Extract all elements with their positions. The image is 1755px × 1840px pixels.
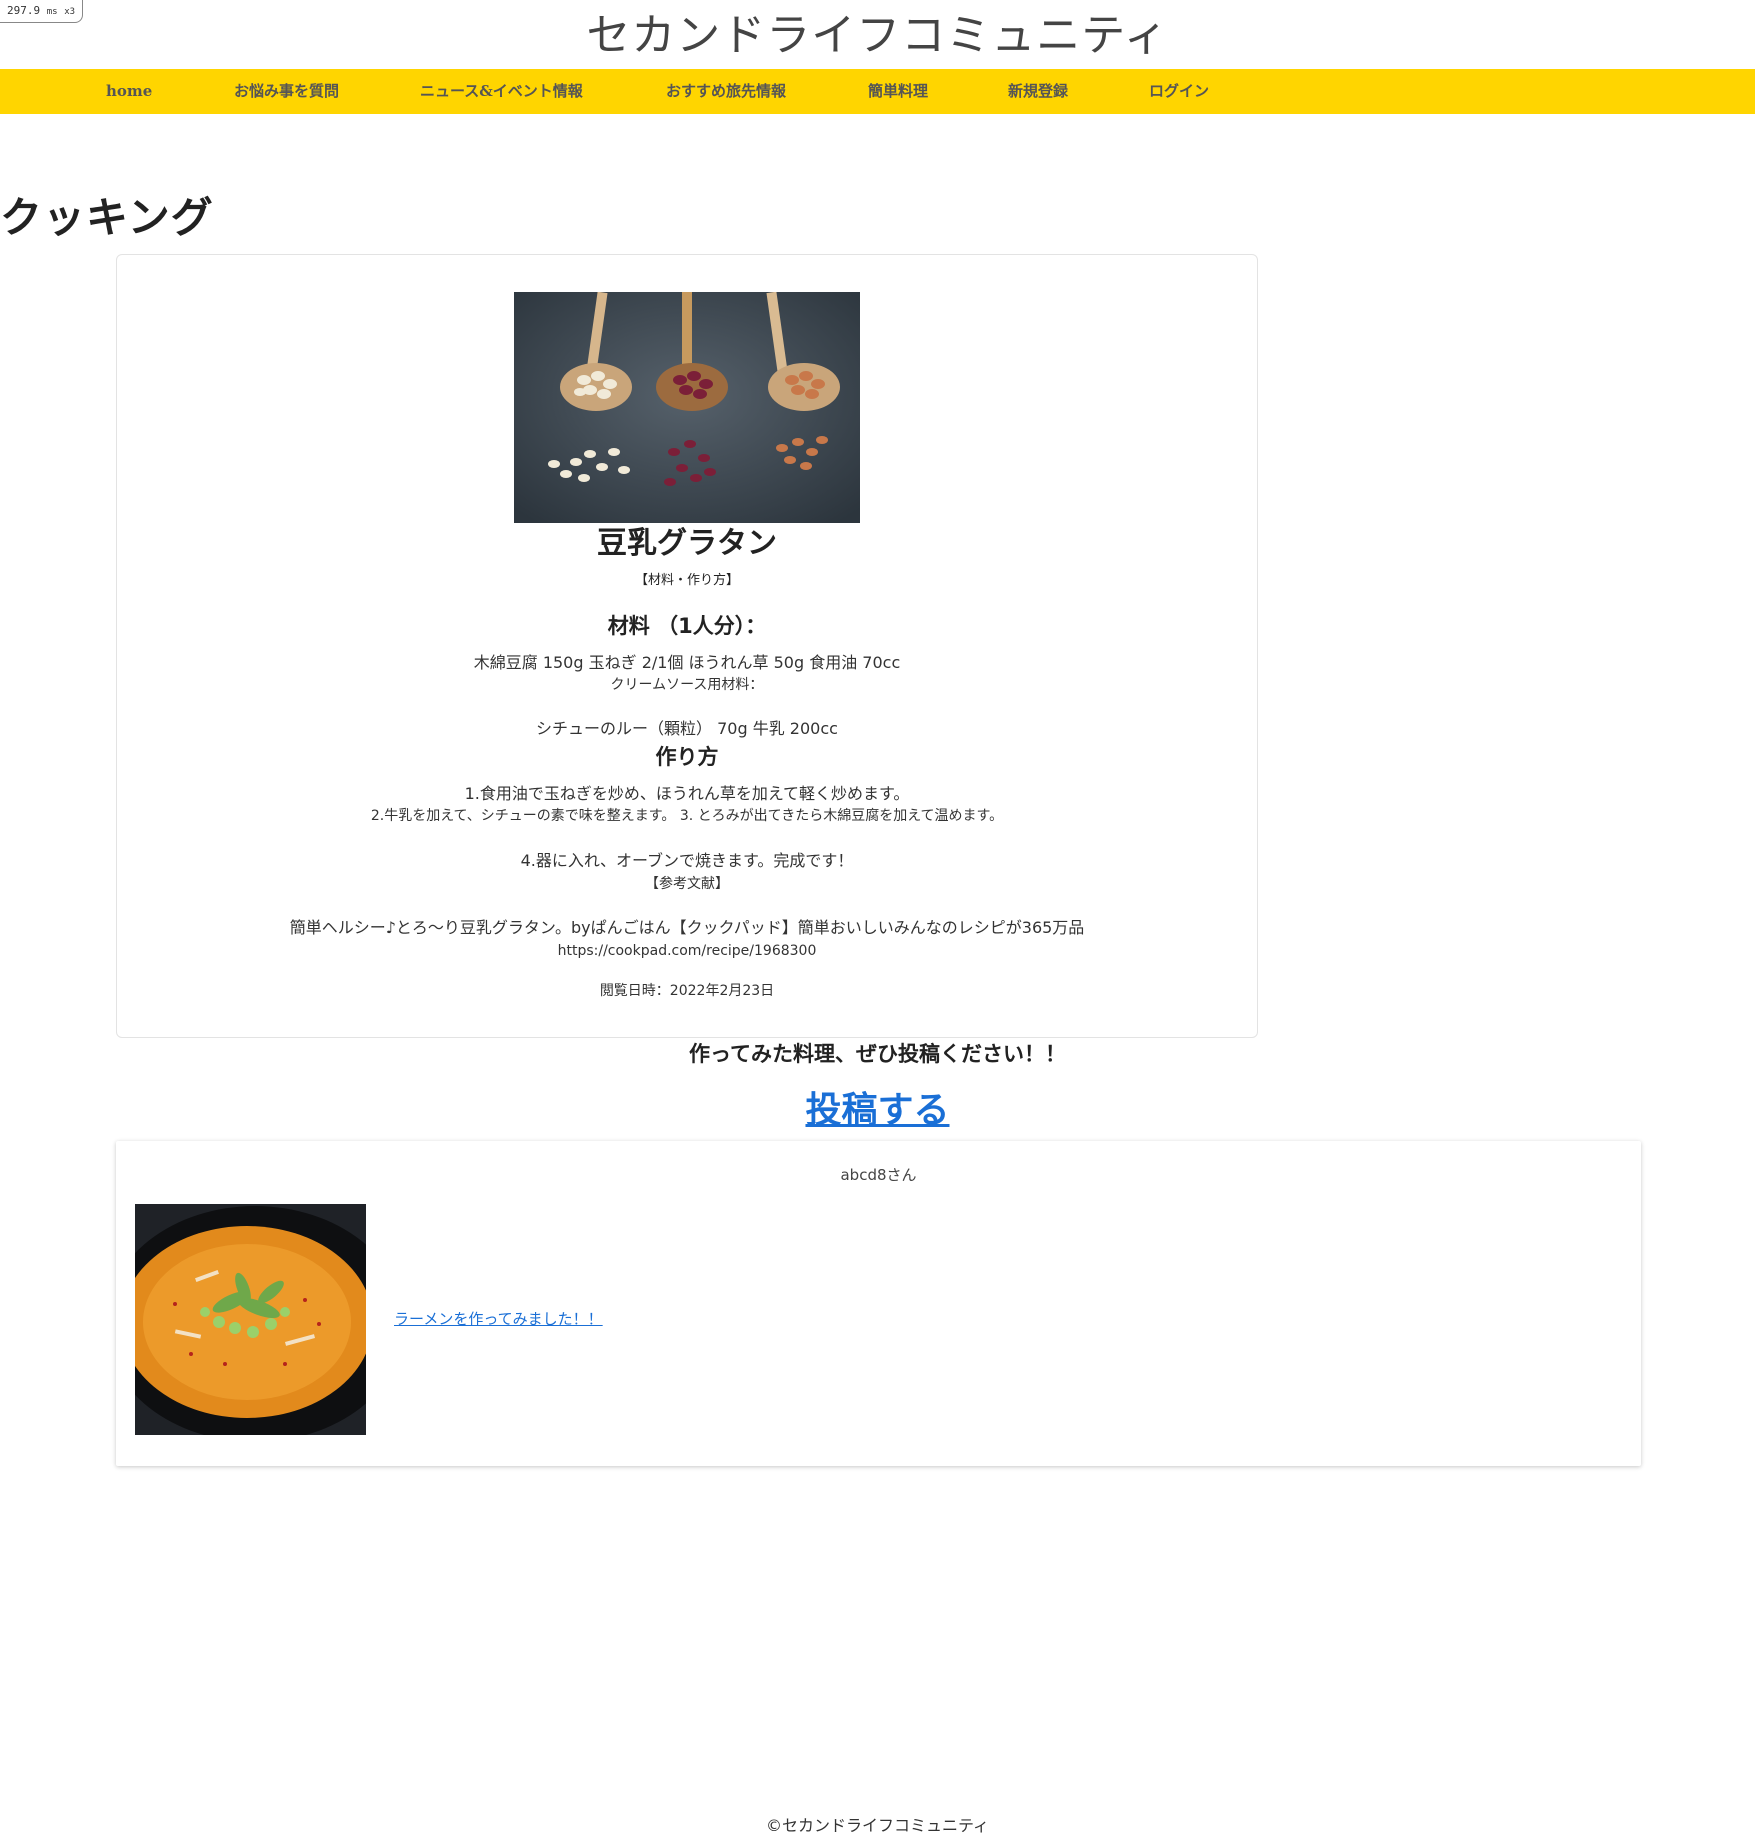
beans-photo-icon — [514, 292, 860, 523]
site-title: セカンドライフコミュニティ — [586, 10, 1169, 61]
nav-register[interactable]: 新規登録 — [1008, 69, 1068, 114]
recipe-section-label: 【材料・作り方】 — [634, 573, 739, 588]
recipe-title: 豆乳グラタン — [597, 526, 777, 561]
cream-sauce-label: クリームソース用材料： — [610, 677, 764, 693]
footer-copyright: ©セカンドライフコミュニティ — [765, 1816, 990, 1835]
cta-text: 作ってみた料理、ぜひ投稿ください！！ — [689, 1042, 1066, 1066]
main-nav: home お悩み事を質問 ニュース&イベント情報 おすすめ旅先情報 簡単料理 新… — [0, 69, 1755, 114]
reference-url: https://cookpad.com/recipe/1968300 — [557, 943, 817, 959]
step-1: 1.食用油で玉ねぎを炒め、ほうれん草を加えて軽く炒めます。 — [464, 784, 910, 803]
accessed-date: 閲覧日時：2022年2月23日 — [599, 983, 775, 999]
nav-easy-cooking[interactable]: 簡単料理 — [868, 69, 928, 114]
ingredients-line: 木綿豆腐 150g 玉ねぎ 2/1個 ほうれん草 50g 食用油 70cc — [473, 653, 901, 672]
nav-news-events[interactable]: ニュース&イベント情報 — [420, 69, 583, 114]
recipe-photo — [514, 292, 860, 523]
nav-login[interactable]: ログイン — [1149, 69, 1209, 114]
steps-heading: 作り方 — [655, 745, 719, 769]
ramen-photo-icon — [135, 1204, 366, 1435]
post-caption[interactable]: ラーメンを作ってみました！！ — [394, 1308, 603, 1330]
page-heading: クッキング — [0, 193, 214, 242]
reference-title: 簡単ヘルシー♪とろ～り豆乳グラタン。byぱんごはん【クックパッド】簡単おいしいみ… — [289, 918, 1085, 937]
step-2-3: 2.牛乳を加えて、シチューの素で味を整えます。 3. とろみが出てきたら木綿豆腐… — [370, 808, 1004, 824]
step-4: 4.器に入れ、オーブンで焼きます。完成です！ — [520, 851, 854, 870]
post-link[interactable]: 投稿する — [0, 1086, 1755, 1136]
post-author: abcd8さん — [840, 1166, 917, 1184]
ingredients-heading: 材料 （1人分）： — [607, 614, 767, 638]
nav-home[interactable]: home — [106, 69, 152, 114]
nav-travel[interactable]: おすすめ旅先情報 — [666, 69, 786, 114]
reference-label: 【参考文献】 — [645, 876, 729, 892]
post-photo[interactable] — [135, 1204, 366, 1435]
nav-questions[interactable]: お悩み事を質問 — [234, 69, 339, 114]
cream-sauce-line: シチューのルー（顆粒） 70g 牛乳 200cc — [536, 719, 838, 738]
